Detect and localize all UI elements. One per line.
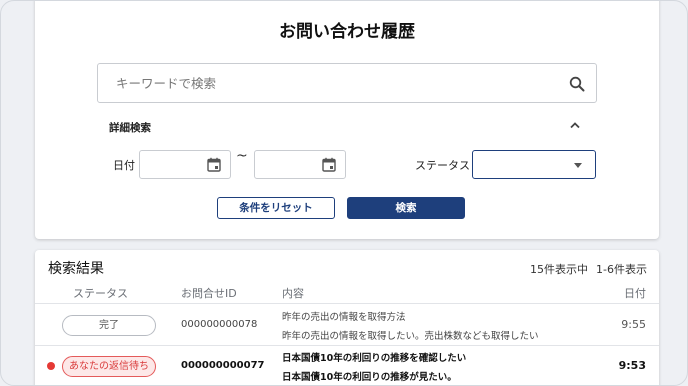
date-filter-label: 日付 xyxy=(113,159,135,172)
results-title: 検索結果 xyxy=(48,261,104,277)
calendar-icon[interactable] xyxy=(207,157,221,172)
inquiry-body: 日本国債10年の利回りの推移が見たい。 xyxy=(282,372,457,383)
date-range-separator: ~ xyxy=(236,148,248,164)
chevron-up-icon[interactable] xyxy=(569,120,581,130)
column-header-date: 日付 xyxy=(624,287,646,300)
inquiry-subject: 昨年の売出の情報を取得方法 xyxy=(282,312,406,323)
inquiry-subject: 日本国債10年の利回りの推移を確認したい xyxy=(282,353,467,364)
inquiry-body: 昨年の売出の情報を取得したい。売出株数なども取得したい xyxy=(282,331,539,342)
inquiry-id: 000000000078 xyxy=(181,319,258,330)
search-panel: お問い合わせ履歴 詳細検索 日付 ~ xyxy=(35,1,659,239)
advanced-search-label: 詳細検索 xyxy=(109,122,151,134)
unread-indicator xyxy=(47,362,55,370)
app-frame: お問い合わせ履歴 詳細検索 日付 ~ xyxy=(0,0,688,386)
results-range: 1-6件表示 xyxy=(596,263,647,276)
inquiry-date: 9:53 xyxy=(618,359,646,372)
column-header-id: お問合せID xyxy=(181,287,237,300)
date-to-field[interactable] xyxy=(254,150,346,179)
reset-conditions-button[interactable]: 条件をリセット xyxy=(217,197,335,219)
status-badge: あなたの返信待ち xyxy=(62,356,156,377)
keyword-search-box xyxy=(97,63,597,103)
status-badge: 完了 xyxy=(62,315,156,336)
calendar-icon[interactable] xyxy=(322,157,336,172)
inquiry-date: 9:55 xyxy=(621,318,646,331)
status-filter-label: ステータス xyxy=(415,159,470,172)
inquiry-id: 000000000077 xyxy=(181,360,265,371)
search-button[interactable]: 検索 xyxy=(347,197,465,219)
status-select[interactable] xyxy=(472,150,596,179)
table-row[interactable]: あなたの返信待ち 000000000077 日本国債10年の利回りの推移を確認し… xyxy=(35,346,659,385)
date-from-field[interactable] xyxy=(139,150,231,179)
page-title: お問い合わせ履歴 xyxy=(279,22,415,42)
results-count: 15件表示中 1-6件表示 xyxy=(530,261,647,277)
column-header-status: ステータス xyxy=(73,287,128,300)
table-header: ステータス お問合せID 内容 日付 xyxy=(35,280,659,304)
keyword-search-input[interactable] xyxy=(98,64,596,102)
results-panel: 検索結果 15件表示中 1-6件表示 ステータス お問合せID 内容 日付 完了 … xyxy=(35,250,659,385)
results-total-count: 15件表示中 xyxy=(530,263,589,276)
column-header-content: 内容 xyxy=(282,287,304,300)
search-icon[interactable] xyxy=(569,76,585,92)
table-row[interactable]: 完了 000000000078 昨年の売出の情報を取得方法 昨年の売出の情報を取… xyxy=(35,305,659,346)
caret-down-icon xyxy=(574,163,582,168)
